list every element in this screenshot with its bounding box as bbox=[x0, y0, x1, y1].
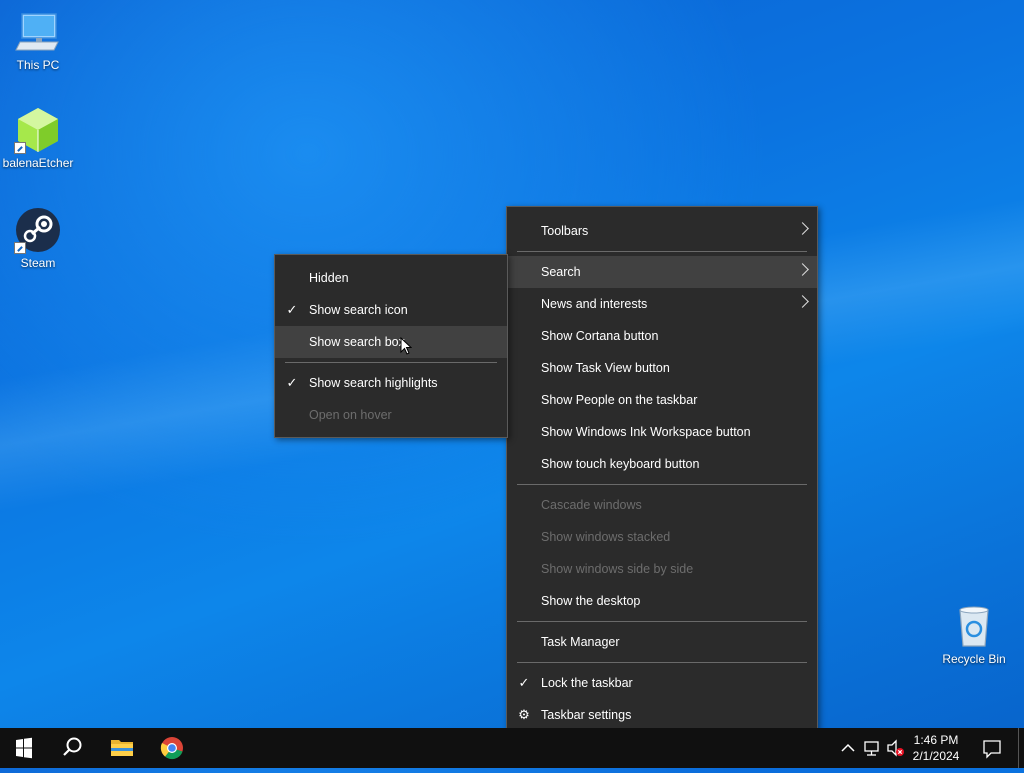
menu-item-label: Show search box bbox=[309, 335, 405, 349]
menu-item-lock-taskbar[interactable]: ✓ Lock the taskbar bbox=[507, 667, 817, 699]
search-submenu: Hidden ✓ Show search icon Show search bo… bbox=[274, 254, 508, 438]
menu-item-label: Show search highlights bbox=[309, 376, 438, 390]
menu-item-taskbar-settings[interactable]: ⚙ Taskbar settings bbox=[507, 699, 817, 731]
recycle-bin-icon bbox=[950, 602, 998, 650]
menu-separator bbox=[517, 484, 807, 485]
menu-item-show-ink-workspace[interactable]: Show Windows Ink Workspace button bbox=[507, 416, 817, 448]
menu-item-label: Show windows side by side bbox=[541, 562, 694, 576]
file-explorer-button[interactable] bbox=[98, 728, 146, 768]
submenu-item-show-search-box[interactable]: Show search box bbox=[275, 326, 507, 358]
menu-item-label: Lock the taskbar bbox=[541, 676, 633, 690]
network-button[interactable] bbox=[860, 728, 884, 768]
menu-item-label: Hidden bbox=[309, 271, 349, 285]
menu-item-show-desktop[interactable]: Show the desktop bbox=[507, 585, 817, 617]
menu-item-label: Open on hover bbox=[309, 408, 392, 422]
taskbar: 1:46 PM 2/1/2024 bbox=[0, 728, 1024, 768]
desktop-icon-label: balenaEtcher bbox=[2, 156, 74, 170]
desktop-icon-recycle-bin[interactable]: Recycle Bin bbox=[936, 602, 1012, 666]
menu-separator bbox=[517, 621, 807, 622]
volume-muted-icon bbox=[887, 739, 904, 757]
checkmark-icon: ✓ bbox=[286, 302, 298, 317]
system-clock[interactable]: 1:46 PM 2/1/2024 bbox=[906, 732, 966, 764]
menu-item-label: Show windows stacked bbox=[541, 530, 671, 544]
submenu-item-show-search-highlights[interactable]: ✓ Show search highlights bbox=[275, 367, 507, 399]
desktop-icon-label: Steam bbox=[20, 256, 56, 270]
menu-item-label: Show Windows Ink Workspace button bbox=[541, 425, 751, 439]
show-hidden-icons-button[interactable] bbox=[836, 728, 860, 768]
chrome-icon bbox=[160, 737, 183, 760]
this-pc-icon bbox=[14, 8, 62, 56]
start-button[interactable] bbox=[0, 728, 48, 768]
menu-item-show-touch-keyboard[interactable]: Show touch keyboard button bbox=[507, 448, 817, 480]
menu-item-label: Search bbox=[541, 265, 581, 279]
menu-item-label: Show Cortana button bbox=[541, 329, 659, 343]
action-center-button[interactable] bbox=[976, 728, 1008, 768]
menu-item-show-task-view-button[interactable]: Show Task View button bbox=[507, 352, 817, 384]
search-button[interactable] bbox=[48, 728, 96, 768]
menu-item-label: News and interests bbox=[541, 297, 648, 311]
menu-separator bbox=[517, 662, 807, 663]
desktop-icon-steam[interactable]: Steam bbox=[0, 206, 76, 270]
menu-item-label: Show Task View button bbox=[541, 361, 670, 375]
volume-button[interactable] bbox=[884, 728, 908, 768]
mouse-cursor-icon bbox=[400, 336, 413, 360]
desktop-icon-balena-etcher[interactable]: balenaEtcher bbox=[0, 106, 76, 170]
menu-item-task-manager[interactable]: Task Manager bbox=[507, 626, 817, 658]
show-desktop-button[interactable] bbox=[1018, 728, 1024, 768]
menu-item-label: Task Manager bbox=[541, 635, 620, 649]
shortcut-arrow-icon bbox=[14, 242, 26, 254]
menu-item-label: Show touch keyboard button bbox=[541, 457, 700, 471]
menu-item-windows-side-by-side: Show windows side by side bbox=[507, 553, 817, 585]
menu-item-label: Taskbar settings bbox=[541, 708, 632, 722]
menu-item-label: Show the desktop bbox=[541, 594, 641, 608]
menu-item-news-and-interests[interactable]: News and interests bbox=[507, 288, 817, 320]
menu-item-toolbars[interactable]: Toolbars bbox=[507, 215, 817, 247]
chevron-right-icon bbox=[796, 222, 809, 235]
shortcut-arrow-icon bbox=[14, 142, 26, 154]
menu-item-search[interactable]: Search bbox=[507, 256, 817, 288]
menu-item-windows-stacked: Show windows stacked bbox=[507, 521, 817, 553]
notification-icon bbox=[983, 740, 1001, 759]
chevron-right-icon bbox=[796, 295, 809, 308]
steam-icon bbox=[14, 206, 62, 254]
folder-icon bbox=[111, 740, 133, 756]
menu-item-cascade-windows: Cascade windows bbox=[507, 489, 817, 521]
search-icon bbox=[63, 737, 82, 756]
checkmark-icon: ✓ bbox=[518, 675, 530, 690]
menu-separator bbox=[517, 251, 807, 252]
chrome-button[interactable] bbox=[148, 728, 196, 768]
chevron-right-icon bbox=[796, 263, 809, 276]
desktop-icon-this-pc[interactable]: This PC bbox=[0, 8, 76, 72]
windows-logo-icon bbox=[16, 737, 32, 759]
clock-time: 1:46 PM bbox=[913, 733, 959, 747]
menu-item-label: Show search icon bbox=[309, 303, 408, 317]
network-icon bbox=[864, 741, 879, 756]
chevron-up-icon bbox=[841, 743, 855, 752]
gear-icon: ⚙ bbox=[518, 707, 530, 722]
taskbar-context-menu: Toolbars Search News and interests Show … bbox=[506, 206, 818, 738]
desktop-icon-label: This PC bbox=[16, 58, 60, 72]
menu-item-label: Toolbars bbox=[541, 224, 589, 238]
menu-item-label: Show People on the taskbar bbox=[541, 393, 698, 407]
menu-separator bbox=[285, 362, 497, 363]
menu-item-label: Cascade windows bbox=[541, 498, 642, 512]
submenu-item-open-on-hover: Open on hover bbox=[275, 399, 507, 431]
checkmark-icon: ✓ bbox=[286, 375, 298, 390]
clock-date: 2/1/2024 bbox=[912, 749, 960, 763]
desktop-icon-label: Recycle Bin bbox=[942, 652, 1006, 666]
submenu-item-show-search-icon[interactable]: ✓ Show search icon bbox=[275, 294, 507, 326]
menu-item-show-cortana-button[interactable]: Show Cortana button bbox=[507, 320, 817, 352]
balena-etcher-icon bbox=[14, 106, 62, 154]
menu-item-show-people[interactable]: Show People on the taskbar bbox=[507, 384, 817, 416]
submenu-item-hidden[interactable]: Hidden bbox=[275, 262, 507, 294]
